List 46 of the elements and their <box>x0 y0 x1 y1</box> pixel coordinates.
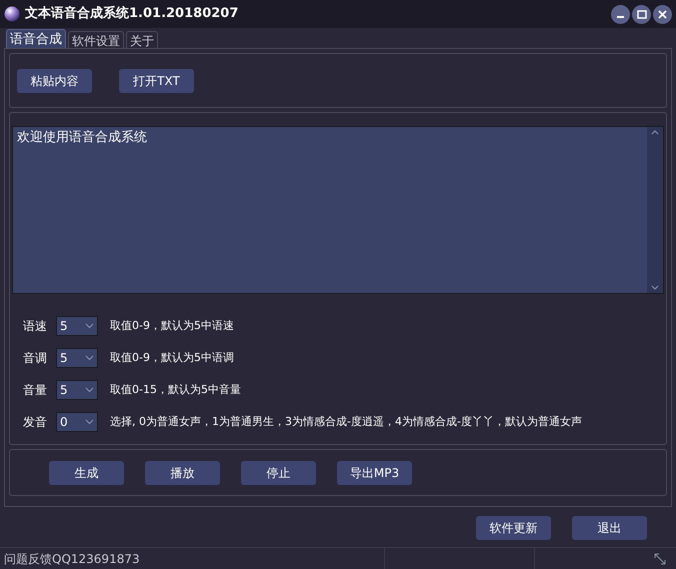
maximize-button[interactable] <box>632 4 651 24</box>
chevron-icon <box>85 387 94 393</box>
dropdown[interactable]: 5 <box>56 348 98 368</box>
scroll-up-icon[interactable] <box>651 130 659 135</box>
button[interactable]: 软件更新 <box>476 516 551 540</box>
hint-text: 取值0-9，默认为5中语速 <box>110 318 234 334</box>
close-button[interactable] <box>653 4 672 24</box>
setting-label: 发音 <box>23 414 48 431</box>
close-icon <box>658 10 667 18</box>
dropdown-value: 5 <box>60 382 68 399</box>
setting-label: 音调 <box>23 350 48 367</box>
dropdown[interactable]: 5 <box>56 380 98 400</box>
dropdown[interactable]: 5 <box>56 316 98 336</box>
chevron-icon <box>85 419 94 425</box>
tab[interactable]: 语音合成 <box>6 29 66 48</box>
hint-text: 取值0-9，默认为5中语调 <box>110 350 234 366</box>
button[interactable]: 打开TXT <box>119 68 194 92</box>
scrollbar[interactable] <box>647 127 663 293</box>
button[interactable]: 停止 <box>241 460 316 484</box>
sphere-icon <box>4 6 20 22</box>
dropdown-value: 0 <box>60 414 68 431</box>
window-title: 文本语音合成系统1.01.20180207 <box>25 4 238 24</box>
maximize-icon <box>636 10 646 18</box>
tab[interactable]: 软件设置 <box>68 31 124 48</box>
scroll-down-icon[interactable] <box>651 285 659 290</box>
hint-text: 选择, 0为普通女声，1为普通男生，3为情感合成-度逍遥，4为情感合成-度丫丫，默认为普通女声 <box>110 414 582 430</box>
dropdown-value: 5 <box>60 318 68 335</box>
minimize-icon <box>617 16 624 18</box>
dropdown[interactable]: 0 <box>56 412 98 432</box>
button[interactable]: 导出MP3 <box>337 460 412 484</box>
button[interactable]: 粘贴内容 <box>17 68 92 92</box>
chevron-icon <box>85 355 94 361</box>
button[interactable]: 退出 <box>572 516 647 540</box>
resize-grip-icon[interactable] <box>654 552 666 564</box>
text-area[interactable]: 欢迎使用语音合成系统 <box>12 126 664 294</box>
chevron-icon <box>85 323 94 329</box>
dropdown-value: 5 <box>60 350 68 367</box>
button[interactable]: 生成 <box>49 460 124 484</box>
minimize-button[interactable] <box>611 4 630 24</box>
text-value: 欢迎使用语音合成系统 <box>16 129 148 147</box>
hint-text: 取值0-15，默认为5中音量 <box>110 382 241 398</box>
tab[interactable]: 关于 <box>126 31 158 48</box>
setting-label: 音量 <box>23 382 48 399</box>
button[interactable]: 播放 <box>145 460 220 484</box>
status-text: 问题反馈QQ123691873 <box>4 550 141 568</box>
setting-label: 语速 <box>23 318 48 335</box>
